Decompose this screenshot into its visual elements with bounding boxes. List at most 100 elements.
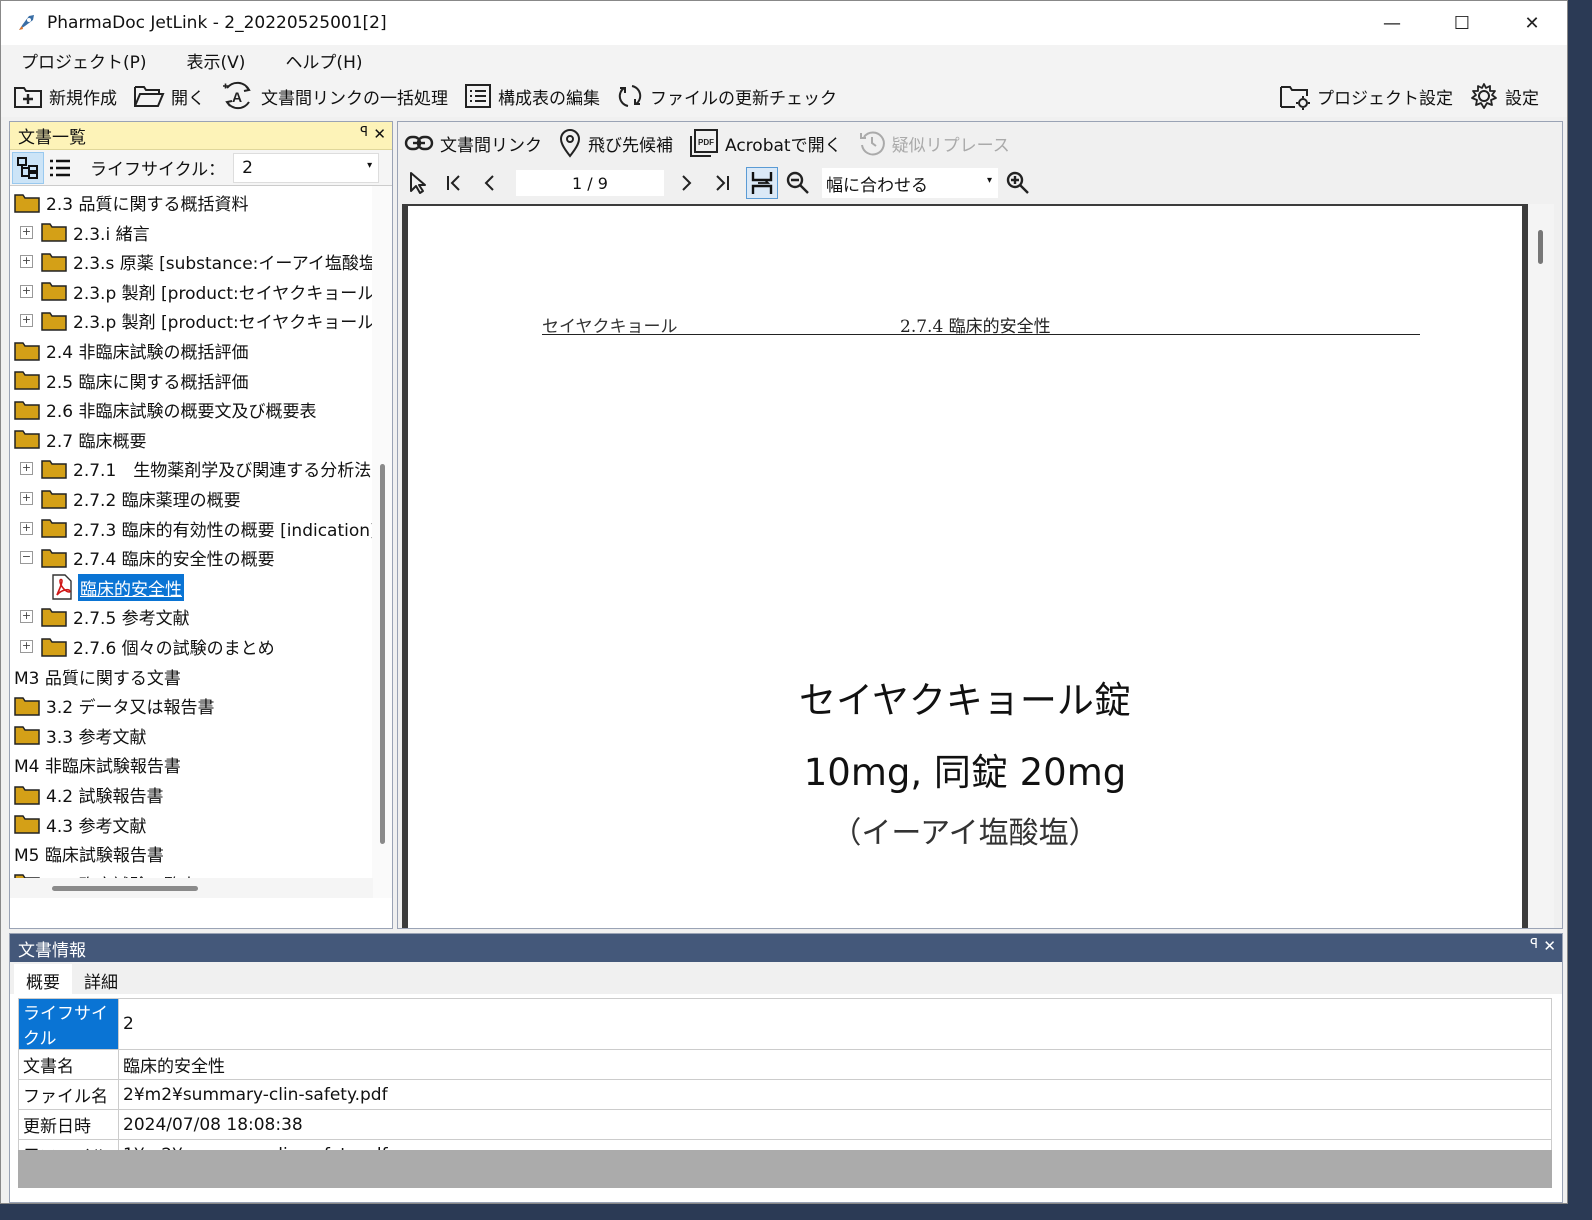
tree-item[interactable]: +2.7.1 生物薬剤学及び関連する分析法 [20,454,371,483]
tree-item-label: M4 非臨床試験報告書 [14,757,181,778]
info-value[interactable]: 2¥m2¥summary-clin-safety.pdf [118,1079,1552,1110]
pin-icon[interactable]: ꟼ [1530,937,1538,952]
info-value[interactable]: 2024/07/08 18:08:38 [118,1109,1552,1140]
close-pane-icon[interactable]: ✕ [1543,937,1556,955]
expand-icon[interactable]: + [20,225,33,239]
tree-item-label: 2.3.s 原薬 [substance:イーアイ塩酸塩] [73,254,383,275]
expand-icon[interactable]: + [20,610,33,624]
list-view-icon [50,159,70,176]
pseudo-replace-button[interactable]: 疑似リプレース [856,125,1012,161]
pdf-viewer-area[interactable]: セイヤクキョール 2.7.4 臨床的安全性 セイヤクキョール錠 10mg, 同錠… [402,204,1554,928]
tree-item[interactable]: M5 臨床試験報告書 [14,839,164,868]
tree-item[interactable]: 4.3 参考文献 [14,810,146,839]
folder-icon [14,341,40,361]
tree-item[interactable]: 臨床的安全性 [50,573,184,602]
prev-page-button[interactable] [474,167,506,199]
open-acrobat-button[interactable]: PDF Acrobatで開く [687,125,844,161]
tree-item[interactable]: +2.7.6 個々の試験のまとめ [20,632,275,661]
tree-view-button[interactable] [12,151,44,184]
pin-icon[interactable]: ꟼ [360,125,368,140]
zoom-in-button[interactable] [1002,167,1034,199]
tree-item[interactable]: 2.4 非臨床試験の概括評価 [14,336,248,365]
tree-item[interactable]: +2.7.5 参考文献 [20,602,190,631]
tree-item-label: 2.3 品質に関する概括資料 [46,195,249,215]
settings-button[interactable]: 設定 [1467,78,1541,114]
tree-item-label: 2.7.3 臨床的有効性の概要 [indication] [73,520,377,541]
lifecycle-select[interactable]: 2 ▾ [233,152,380,183]
open-acrobat-label: Acrobatで開く [725,135,842,156]
pdf-icon [52,574,72,600]
update-check-button[interactable]: ファイルの更新チェック [614,78,839,114]
minimize-button[interactable]: — [1357,1,1427,45]
tree-item[interactable]: 3.2 データ又は報告書 [14,691,214,720]
tree-item[interactable]: +2.3.p 製剤 [product:セイヤクキョール錠] [20,306,392,335]
select-tool-button[interactable] [402,167,434,199]
next-page-button[interactable] [670,167,702,199]
tree-item[interactable]: +2.3.i 緒言 [20,218,150,247]
zoom-select[interactable]: 幅に合わせる ▾ [822,168,998,198]
tree-item[interactable]: 2.3 品質に関する概括資料 [14,188,248,217]
tree-horizontal-scrollbar[interactable] [10,878,373,898]
tree-item[interactable]: 2.5 臨床に関する概括評価 [14,366,248,395]
expand-icon[interactable]: + [20,521,33,535]
expand-icon[interactable]: + [20,462,33,476]
new-file-icon [14,87,42,108]
tree-item[interactable]: 3.3 参考文献 [14,721,146,750]
pdf-title-substance: （イーアイ塩酸塩） [831,816,1099,851]
batch-link-button[interactable]: A 文書間リンクの一括処理 [219,78,450,114]
jump-candidates-button[interactable]: 飛び先候補 [556,125,675,161]
tree-item-label: 2.7.5 参考文献 [73,609,190,630]
info-key[interactable]: 文書名 [18,1049,119,1080]
tree-item[interactable]: 4.2 試験報告書 [14,780,163,809]
maximize-button[interactable]: ☐ [1427,1,1497,45]
lifecycle-label: ライフサイクル： [90,160,226,180]
expand-icon[interactable]: + [20,640,33,653]
menu-project[interactable]: プロジェクト(P) [13,46,155,75]
tree-item[interactable]: M3 品質に関する文書 [14,662,181,691]
expand-icon[interactable]: + [20,492,33,505]
close-pane-icon[interactable]: ✕ [373,125,386,143]
expand-icon[interactable]: + [20,314,33,328]
tree-item[interactable]: +2.3.p 製剤 [product:セイヤクキョール錠] [20,277,392,306]
folder-icon [14,430,40,450]
tree-item[interactable]: +2.3.s 原薬 [substance:イーアイ塩酸塩] [20,247,383,276]
document-info-header: 文書情報 ꟼ ✕ [10,934,1562,962]
tree-item[interactable]: − 2.7.4 臨床的安全性の概要 [20,543,275,572]
expand-icon[interactable]: + [20,284,33,298]
tree-item[interactable]: 2.6 非臨床試験の概要文及び概要表 [14,395,316,424]
info-key[interactable]: ファイル名 [18,1079,119,1110]
fit-width-button[interactable] [746,167,778,199]
tree-item[interactable]: M4 非臨床試験報告書 [14,750,181,779]
info-key[interactable]: 更新日時 [18,1109,119,1140]
list-view-button[interactable] [44,152,76,184]
tab-summary[interactable]: 概要 [14,964,72,994]
tree-item[interactable]: 2.7 臨床概要 [14,425,146,454]
info-key[interactable]: ライフサイクル [18,998,119,1050]
collapse-icon[interactable]: − [20,551,33,565]
history-icon [859,131,885,156]
page-number-input[interactable]: 1 / 9 [516,170,664,196]
expand-icon[interactable]: + [20,255,33,269]
tree-vertical-scrollbar[interactable] [372,186,392,898]
folder-icon [41,608,67,627]
edit-structure-button[interactable]: 構成表の編集 [462,78,602,114]
tree-item[interactable]: +2.7.3 臨床的有効性の概要 [indication] [20,514,377,543]
info-property-table: ライフサイクル 2 文書名 臨床的安全性 ファイル名 2¥m2¥summary-clin-… [18,998,1552,1170]
close-button[interactable]: ✕ [1497,1,1567,45]
pdf-vertical-scrollbar[interactable] [1528,204,1554,928]
doc-link-button[interactable]: 文書間リンク [402,125,544,161]
app-window: PharmaDoc JetLink - 2_20220525001[2] — ☐… [0,0,1568,1204]
tree-item[interactable]: +2.7.2 臨床薬理の概要 [20,484,241,513]
title-bar: PharmaDoc JetLink - 2_20220525001[2] — ☐… [1,1,1567,45]
last-page-button[interactable] [706,167,738,199]
menu-view[interactable]: 表示(V) [179,46,254,75]
new-button[interactable]: 新規作成 [11,78,119,114]
first-page-button[interactable] [438,167,470,199]
open-button[interactable]: 開く [131,78,207,114]
zoom-out-button[interactable] [782,167,814,199]
menu-help[interactable]: ヘルプ(H) [277,46,370,75]
tab-details[interactable]: 詳細 [72,964,130,994]
project-settings-button[interactable]: プロジェクト設定 [1277,78,1455,114]
info-value[interactable]: 2 [118,998,1552,1050]
info-value[interactable]: 臨床的安全性 [118,1049,1552,1080]
